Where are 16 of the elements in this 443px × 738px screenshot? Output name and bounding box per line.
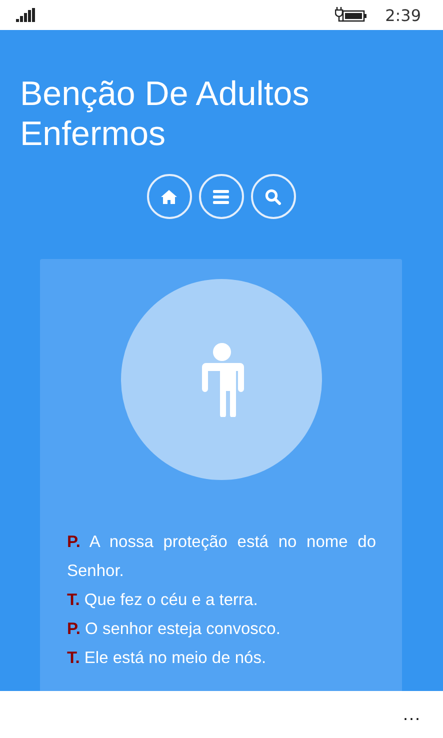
prayer-line: P. O senhor esteja convosco. [67,619,282,640]
page-title: Benção De Adultos Enfermos [20,74,310,154]
home-button[interactable] [146,174,192,219]
prayer-line: T. Ele está no meio de nós. [67,648,268,669]
prayer-line: T. Que fez o céu e a terra. [67,590,259,611]
signal-icon [16,8,36,22]
home-icon [161,190,177,204]
prayer-line: P. A nossa proteção está no nome do Senhor. [67,532,376,582]
more-options-button[interactable]: ... [402,704,421,725]
search-button[interactable] [250,174,296,219]
clock-time: 2:39 [385,6,421,24]
menu-button[interactable] [198,174,244,219]
person-icon [200,342,244,416]
search-icon [265,188,281,204]
battery-charging-icon [335,7,368,23]
menu-icon [213,190,229,204]
